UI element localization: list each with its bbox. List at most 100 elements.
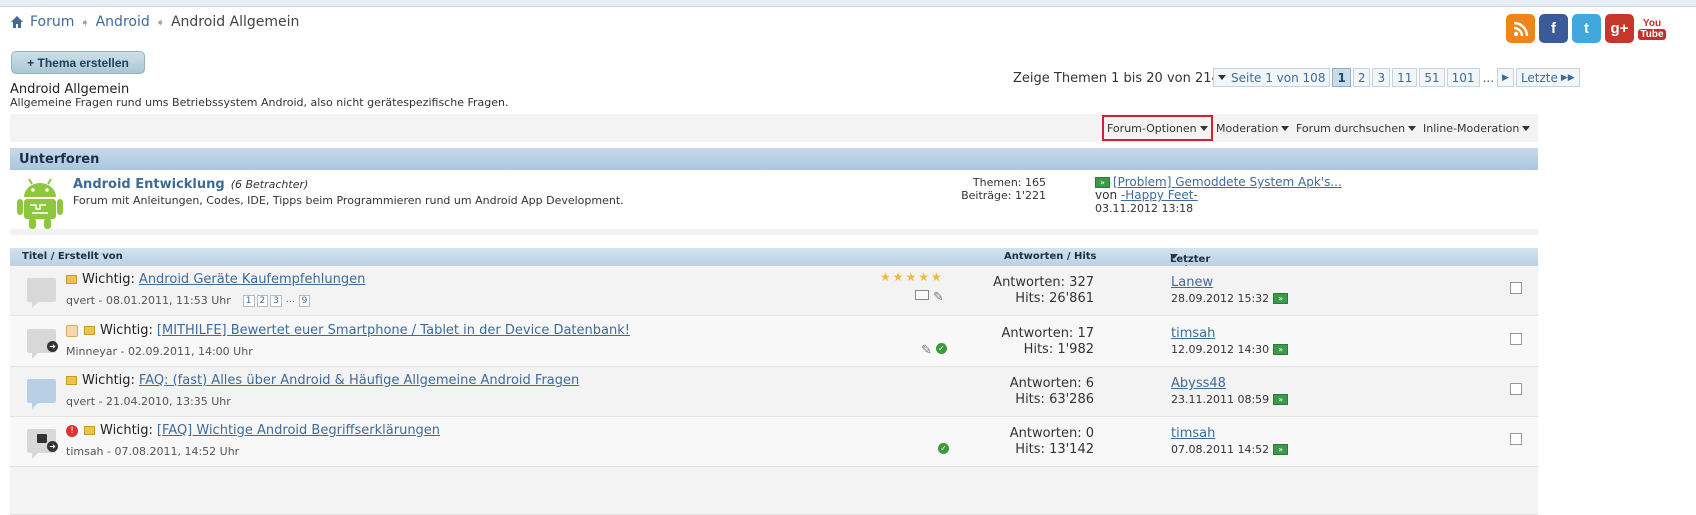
sticky-icon — [84, 426, 95, 435]
youtube-icon[interactable]: You Tube — [1638, 14, 1666, 43]
page-dots: ... — [1482, 70, 1495, 85]
thread-replies[interactable]: Antworten: 0 — [970, 426, 1094, 442]
page-link-current[interactable]: 1 — [1332, 68, 1351, 87]
last-page-button[interactable]: Letzte ▶▶ — [1515, 68, 1580, 87]
thread-author-date: Minneyar - 02.09.2011, 14:00 Uhr — [66, 345, 253, 358]
go-to-last-post-icon[interactable]: » — [1273, 293, 1289, 304]
col-replies-header[interactable]: Antworten / Hits — [1004, 251, 1097, 262]
breadcrumb-separator-icon: ➧ — [155, 15, 165, 29]
thread-hits: Hits: 1'982 — [1023, 342, 1094, 357]
go-to-post-icon[interactable]: » — [1095, 177, 1110, 188]
thread-select-checkbox[interactable] — [1510, 383, 1522, 395]
breadcrumb-separator-icon: ➧ — [80, 15, 90, 29]
subforum-last-poster[interactable]: -Happy Feet- — [1121, 188, 1198, 202]
go-to-last-post-icon[interactable]: » — [1273, 394, 1289, 405]
thread-counts: Antworten: 0 Hits: 13'142 — [970, 426, 1094, 458]
last-post-date: 12.09.2012 14:30 — [1171, 343, 1270, 356]
col-title-header[interactable]: Titel / Erstellt von — [22, 251, 123, 262]
thread-meta: qvert - 08.01.2011, 11:53 Uhr 1 2 3 ... … — [66, 294, 311, 307]
thread-author-date: qvert - 08.01.2011, 11:53 Uhr — [66, 294, 231, 307]
subforum-last-post-title[interactable]: [Problem] Gemoddete System Apk's... — [1113, 175, 1342, 189]
page-link[interactable]: 2 — [1352, 68, 1371, 87]
thread-meta: timsah - 07.08.2011, 14:52 Uhr — [66, 445, 239, 458]
breadcrumb-forum[interactable]: Forum — [30, 14, 74, 30]
page-link[interactable]: 101 — [1446, 68, 1480, 87]
page-link[interactable]: 3 — [1372, 68, 1391, 87]
page-link[interactable]: 11 — [1392, 68, 1418, 87]
thread-select-checkbox[interactable] — [1510, 282, 1522, 294]
last-poster-link[interactable]: timsah — [1171, 426, 1215, 441]
go-to-last-post-icon[interactable]: » — [1273, 344, 1289, 355]
mini-page-link[interactable]: 1 — [242, 294, 255, 307]
page-link[interactable]: 51 — [1419, 68, 1445, 87]
subforum-row: Android Entwicklung (6 Betrachter) Forum … — [10, 171, 1538, 235]
mini-page-link[interactable]: 9 — [298, 294, 311, 307]
page-select-label: Seite 1 von 108 — [1231, 70, 1326, 85]
subforum-description: Forum mit Anleitungen, Codes, IDE, Tipps… — [73, 194, 624, 207]
thread-select-checkbox[interactable] — [1510, 433, 1522, 445]
next-page-button[interactable]: ▶ — [1497, 68, 1514, 87]
thread-title-link[interactable]: FAQ: (fast) Alles über Android & Häufige… — [139, 373, 579, 388]
thread-meta: qvert - 21.04.2010, 13:35 Uhr — [66, 395, 231, 408]
home-icon[interactable] — [10, 15, 24, 29]
thread-last-post: Lanew 28.09.2012 15:32» — [1171, 275, 1289, 307]
last-poster-link[interactable]: timsah — [1171, 326, 1215, 341]
forum-search-dropdown[interactable]: Forum durchsuchen — [1296, 120, 1417, 136]
googleplus-icon[interactable]: g+ — [1605, 14, 1634, 43]
forum-search-label: Forum durchsuchen — [1296, 121, 1406, 135]
last-poster-link[interactable]: Abyss48 — [1171, 376, 1226, 391]
thread-title-line: Wichtig: Android Geräte Kaufempfehlungen — [66, 272, 365, 287]
thread-row: ➜ ! Wichtig: [FAQ] Wichtige Android Begr… — [10, 417, 1538, 467]
thread-prefix: Wichtig: — [82, 373, 135, 388]
go-to-last-post-icon[interactable]: » — [1273, 444, 1289, 455]
youtube-you: You — [1642, 17, 1662, 29]
thread-title-link[interactable]: Android Geräte Kaufempfehlungen — [139, 272, 365, 287]
thread-row-partial — [10, 467, 1538, 515]
thread-title-link[interactable]: [MITHILFE] Bewertet euer Smartphone / Ta… — [157, 323, 630, 338]
last-post-date: 07.08.2011 14:52 — [1171, 443, 1270, 456]
thread-icons: ✎ — [915, 290, 944, 305]
forum-options-dropdown[interactable]: Forum-Optionen — [1102, 115, 1213, 141]
pagination: Seite 1 von 108 1 2 3 11 51 101 ... ▶ Le… — [1213, 68, 1580, 87]
mini-page-link[interactable]: 2 — [256, 294, 269, 307]
thread-counts: Antworten: 6 Hits: 63'286 — [970, 376, 1094, 408]
rss-icon[interactable] — [1506, 14, 1535, 43]
thumbs-up-icon — [66, 324, 78, 337]
last-poster-link[interactable]: Lanew — [1171, 275, 1213, 290]
mini-page-dots: ... — [285, 294, 295, 305]
showing-threads-count: Zeige Themen 1 bis 20 von 2143 — [1013, 71, 1229, 86]
thread-replies[interactable]: Antworten: 17 — [970, 326, 1094, 342]
youtube-tube: Tube — [1638, 28, 1666, 40]
thread-last-post: Abyss48 23.11.2011 08:59» — [1171, 376, 1289, 408]
moderation-dropdown[interactable]: Moderation — [1216, 120, 1290, 136]
check-icon: ✓ — [938, 443, 949, 454]
attachment-icon[interactable]: ✎ — [921, 343, 932, 358]
last-post-date: 28.09.2012 15:32 — [1171, 292, 1270, 305]
thread-icons: ✓ — [938, 443, 949, 454]
new-thread-button[interactable]: + Thema erstellen — [11, 51, 145, 74]
page-select-dropdown[interactable]: Seite 1 von 108 — [1213, 68, 1331, 87]
facebook-icon[interactable]: f — [1539, 14, 1568, 43]
thread-row: ➜ Wichtig: [MITHILFE] Bewertet euer Smar… — [10, 317, 1538, 367]
breadcrumb-android[interactable]: Android — [96, 14, 150, 30]
sticky-icon — [66, 275, 77, 284]
sticky-icon — [84, 326, 95, 335]
thread-prefix: Wichtig: — [100, 323, 153, 338]
subforum-title[interactable]: Android Entwicklung (6 Betrachter) — [73, 177, 308, 192]
thread-select-checkbox[interactable] — [1510, 333, 1522, 345]
thread-counts: Antworten: 17 Hits: 1'982 — [970, 326, 1094, 358]
thread-replies[interactable]: Antworten: 6 — [970, 376, 1094, 392]
thread-replies[interactable]: Antworten: 327 — [970, 275, 1094, 291]
inline-moderation-dropdown[interactable]: Inline-Moderation — [1423, 120, 1531, 136]
twitter-icon[interactable]: t — [1572, 14, 1601, 43]
mini-page-link[interactable]: 3 — [270, 294, 282, 307]
thread-row: Wichtig: Android Geräte Kaufempfehlungen… — [10, 266, 1538, 316]
attachment-icon[interactable]: ✎ — [933, 290, 944, 305]
subforum-last-date: 03.11.2012 13:18 — [1095, 202, 1194, 215]
subforum-title-link[interactable]: Android Entwicklung — [73, 177, 225, 192]
thread-title-link[interactable]: [FAQ] Wichtige Android Begriffserklärung… — [157, 423, 440, 438]
thread-hits: Hits: 26'861 — [1015, 291, 1094, 306]
thread-last-post: timsah 07.08.2011 14:52» — [1171, 426, 1289, 458]
thread-rating-stars-icon: ★★★★★ — [880, 270, 944, 284]
thread-prefix: Wichtig: — [100, 423, 153, 438]
